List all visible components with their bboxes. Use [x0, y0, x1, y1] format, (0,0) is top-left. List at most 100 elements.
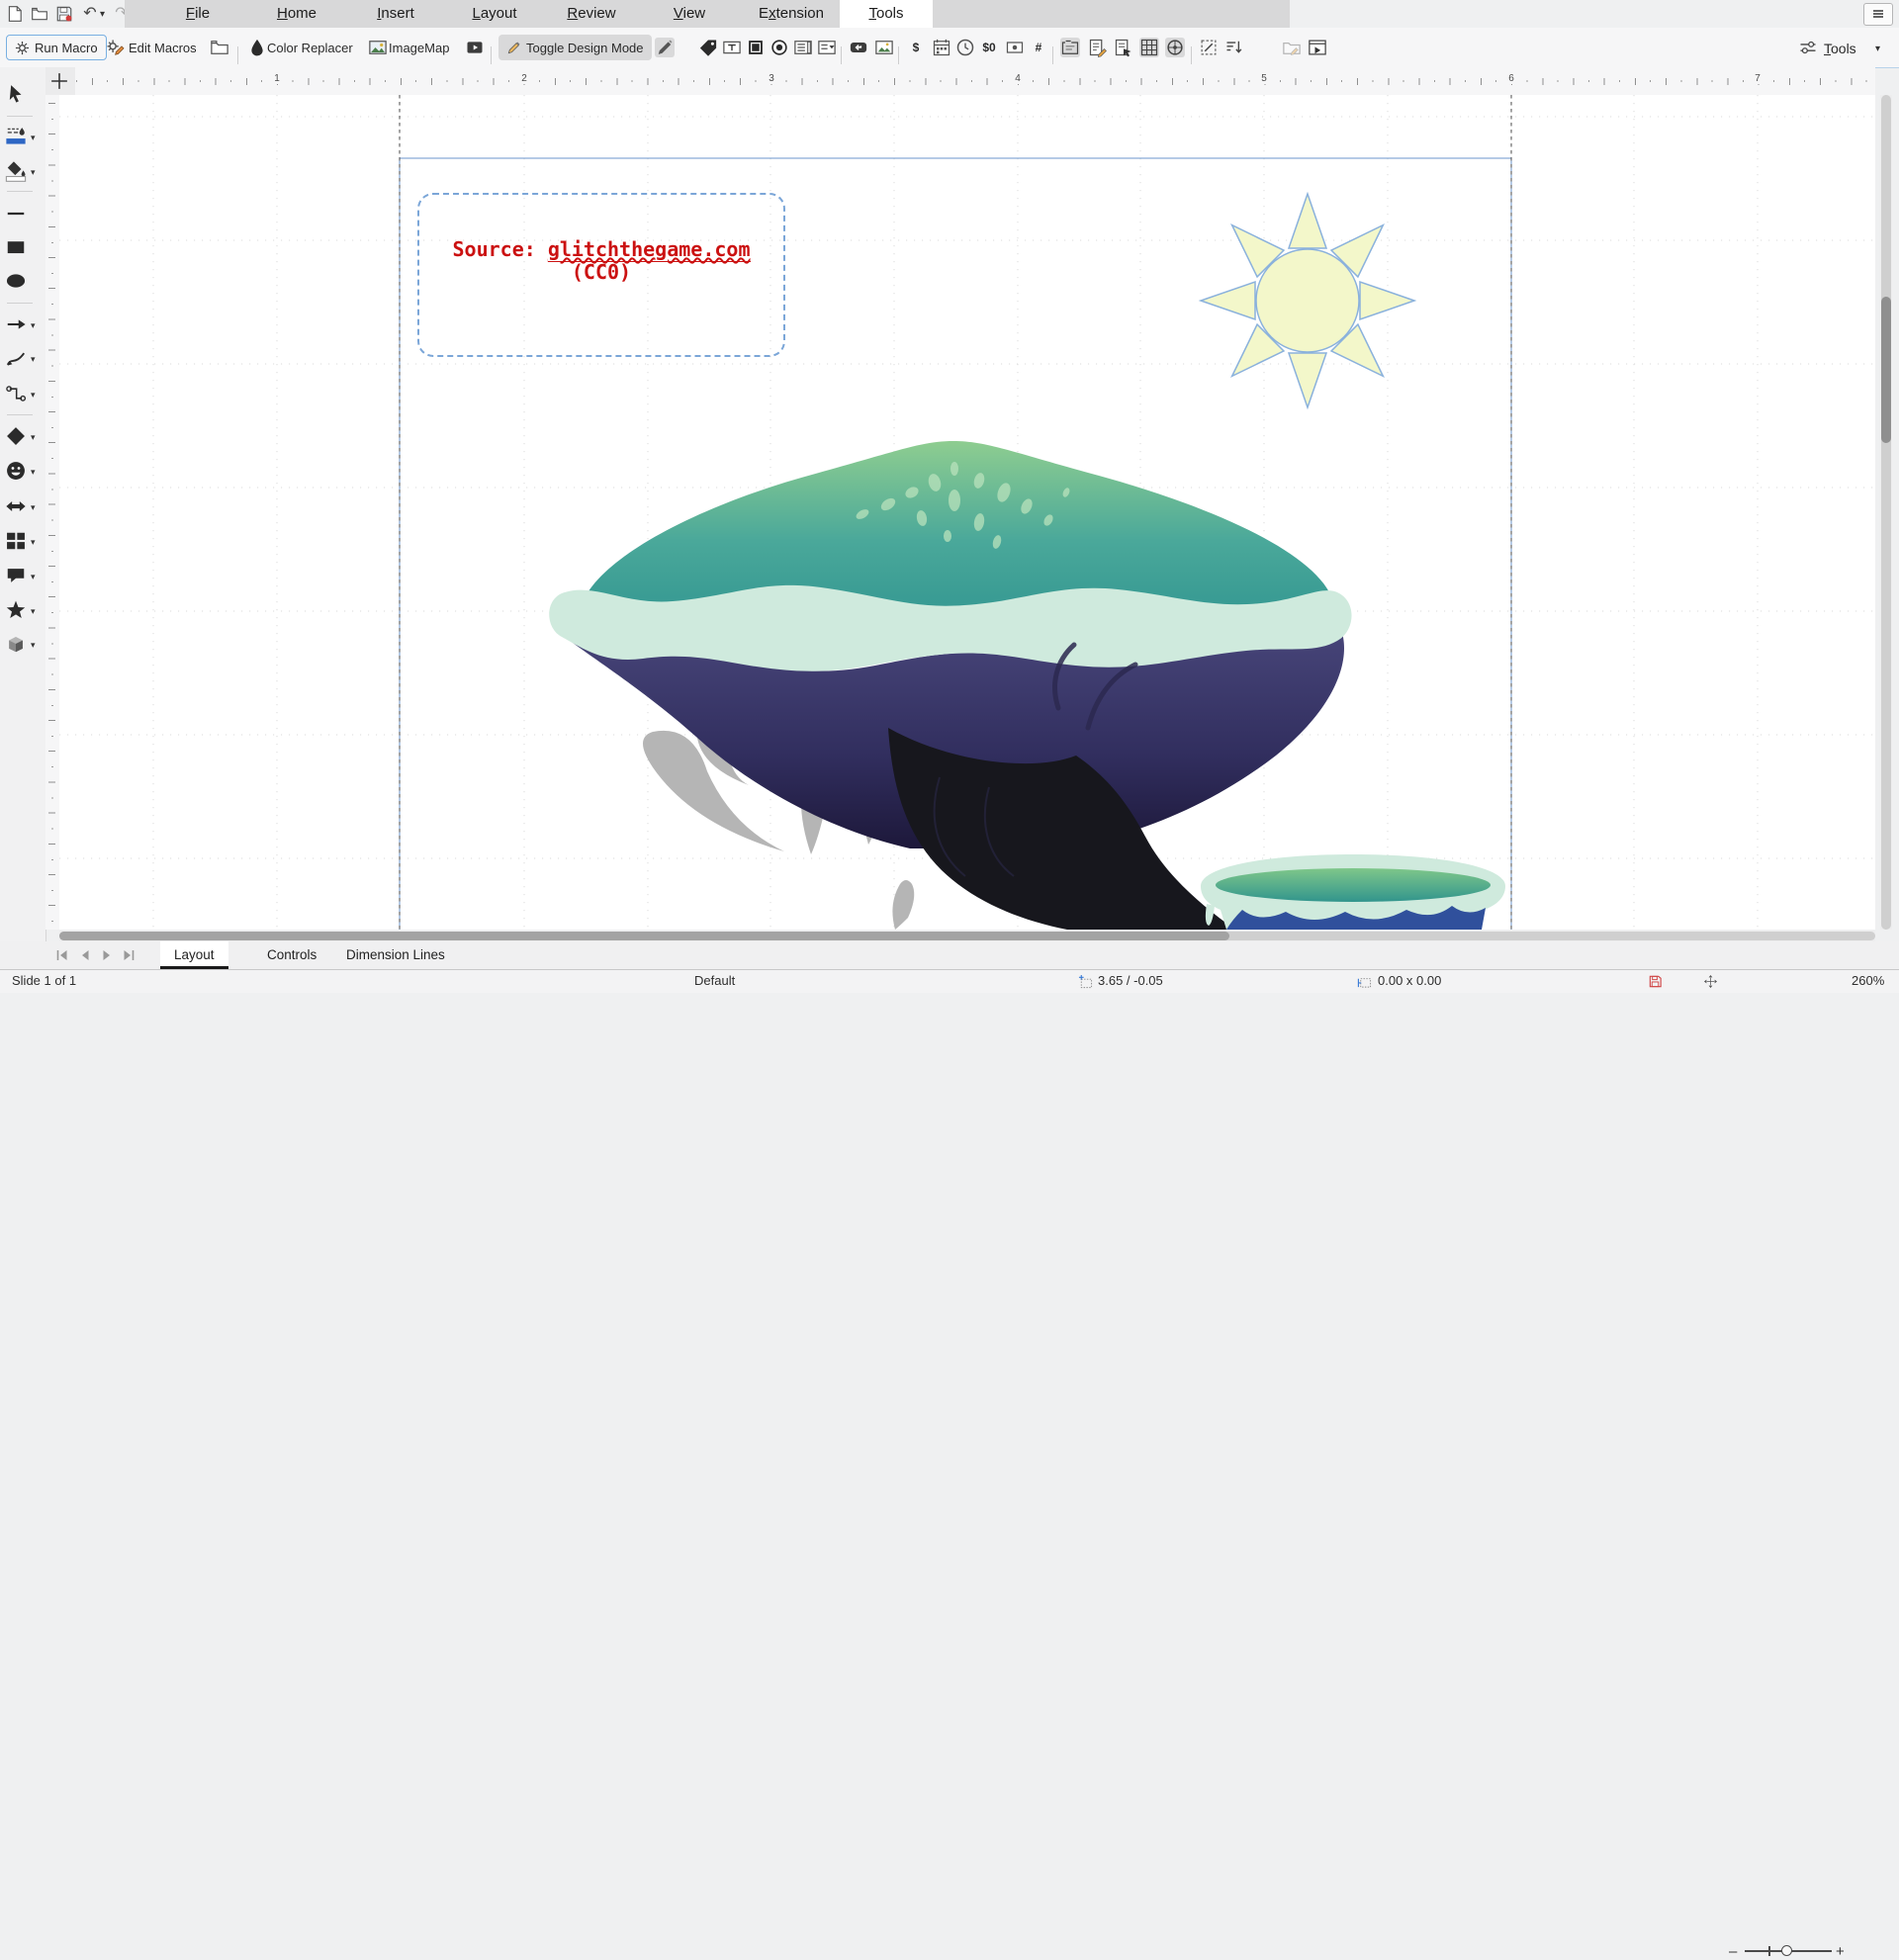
- media-player-icon[interactable]: [465, 38, 485, 57]
- layer-tab-controls[interactable]: Controls: [253, 941, 330, 969]
- time-field-icon[interactable]: [955, 38, 975, 57]
- edit-macros-icon[interactable]: [105, 38, 125, 57]
- undo-dropdown-icon[interactable]: ▾: [100, 10, 105, 20]
- zoom-out-button[interactable]: –: [1729, 1943, 1737, 1960]
- insert-line-tool-icon[interactable]: [5, 203, 27, 224]
- open-in-design-mode-icon[interactable]: [1282, 38, 1302, 57]
- imagemap-label[interactable]: ImageMap: [389, 41, 449, 55]
- label-field-icon[interactable]: [698, 38, 718, 57]
- zoom-slider-knob[interactable]: [1781, 1945, 1792, 1956]
- toggle-design-mode-button[interactable]: Toggle Design Mode: [498, 35, 652, 60]
- pattern-field-icon[interactable]: #: [1029, 38, 1048, 57]
- stars-dropdown-icon[interactable]: ▾: [31, 606, 36, 617]
- line-style-dropdown-icon[interactable]: ▾: [31, 133, 36, 143]
- check-box-icon[interactable]: [746, 38, 766, 57]
- symbol-shapes-tool-icon[interactable]: [5, 460, 27, 482]
- stars-tool-icon[interactable]: [5, 599, 27, 621]
- curves-polygons-tool-icon[interactable]: [5, 347, 27, 369]
- imagemap-icon[interactable]: [368, 38, 388, 57]
- image-button-icon[interactable]: [874, 38, 894, 57]
- text-box-icon[interactable]: [722, 38, 742, 57]
- push-button-icon[interactable]: [849, 38, 868, 57]
- rectangle-tool-icon[interactable]: [5, 236, 27, 258]
- slide-canvas[interactable]: Source: glitchthegame.com (CC0): [59, 95, 1875, 930]
- color-replacer-icon[interactable]: [247, 38, 267, 57]
- menu-icon[interactable]: [1863, 3, 1893, 26]
- horizontal-scrollbar[interactable]: [59, 931, 1875, 941]
- open-file-icon[interactable]: [31, 5, 48, 23]
- line-style-tool-icon[interactable]: [5, 126, 27, 147]
- tab-review[interactable]: Review: [547, 0, 636, 28]
- basic-shapes-tool-icon[interactable]: [5, 425, 27, 447]
- ellipse-tool-icon[interactable]: [5, 270, 27, 292]
- tree-shape[interactable]: [549, 441, 1351, 930]
- new-document-icon[interactable]: [6, 5, 24, 23]
- block-arrows-tool-icon[interactable]: [5, 495, 27, 517]
- tab-home[interactable]: Home: [252, 0, 341, 28]
- vertical-scrollbar[interactable]: [1880, 95, 1892, 930]
- save-icon[interactable]: [55, 5, 73, 23]
- zoom-level-label[interactable]: 260%: [1852, 973, 1884, 988]
- 3d-objects-dropdown-icon[interactable]: ▾: [31, 640, 36, 651]
- tools-menu-dropdown-icon[interactable]: ▾: [1875, 45, 1880, 54]
- lines-arrows-tool-icon[interactable]: [5, 313, 27, 335]
- spin-button-icon[interactable]: [1005, 38, 1025, 57]
- next-slide-icon[interactable]: [99, 947, 115, 963]
- callouts-dropdown-icon[interactable]: ▾: [31, 572, 36, 582]
- run-macro-button[interactable]: Run Macro: [6, 35, 107, 60]
- display-grid-icon[interactable]: [1139, 38, 1159, 57]
- sort-order-icon[interactable]: [1224, 38, 1244, 57]
- option-button-icon[interactable]: [769, 38, 789, 57]
- color-replacer-label[interactable]: Color Replacer: [267, 41, 353, 55]
- flowchart-tool-icon[interactable]: [5, 530, 27, 552]
- tab-layout[interactable]: Layout: [450, 0, 539, 28]
- design-pencil-icon[interactable]: [655, 38, 675, 57]
- symbol-shapes-dropdown-icon[interactable]: ▾: [31, 467, 36, 478]
- zoom-in-button[interactable]: +: [1836, 1943, 1845, 1960]
- fit-slide-icon[interactable]: [1703, 974, 1718, 989]
- currency-field-icon[interactable]: $: [906, 38, 926, 57]
- source-text-box[interactable]: Source: glitchthegame.com (CC0): [417, 193, 785, 357]
- layer-tab-dimension-lines[interactable]: Dimension Lines: [332, 941, 459, 969]
- tab-view[interactable]: View: [645, 0, 734, 28]
- first-slide-icon[interactable]: [54, 947, 70, 963]
- horizontal-ruler[interactable]: 1 2 3 4 5 6 7: [75, 67, 1875, 96]
- tab-file[interactable]: File: [153, 0, 242, 28]
- vertical-ruler[interactable]: [45, 95, 60, 930]
- 3d-objects-tool-icon[interactable]: [5, 633, 27, 655]
- basic-shapes-dropdown-icon[interactable]: ▾: [31, 432, 36, 443]
- undo-icon[interactable]: ↶: [81, 5, 99, 23]
- template-name-label[interactable]: Default: [694, 973, 735, 988]
- formatted-field-icon[interactable]: $0: [979, 38, 999, 57]
- tab-tools[interactable]: Tools: [840, 0, 933, 28]
- tab-insert[interactable]: Insert: [351, 0, 440, 28]
- callouts-tool-icon[interactable]: [5, 565, 27, 586]
- vertical-scrollbar-thumb[interactable]: [1881, 297, 1891, 443]
- snap-to-grid-icon[interactable]: [1165, 38, 1185, 57]
- previous-slide-icon[interactable]: [77, 947, 93, 963]
- fill-color-dropdown-icon[interactable]: ▾: [31, 167, 36, 178]
- list-box-icon[interactable]: [793, 38, 813, 57]
- tools-menu-button[interactable]: Tools: [1824, 41, 1856, 56]
- layer-tab-layout[interactable]: Layout: [160, 941, 228, 969]
- connectors-tool-icon[interactable]: [5, 383, 27, 404]
- block-arrows-dropdown-icon[interactable]: ▾: [31, 502, 36, 513]
- sun-shape[interactable]: [1201, 194, 1414, 407]
- automatic-control-focus-icon[interactable]: [1308, 38, 1327, 57]
- helplines-icon[interactable]: [1199, 38, 1219, 57]
- tab-extension[interactable]: Extension: [744, 0, 839, 28]
- flowchart-dropdown-icon[interactable]: ▾: [31, 537, 36, 548]
- lines-arrows-dropdown-icon[interactable]: ▾: [31, 320, 36, 331]
- connectors-dropdown-icon[interactable]: ▾: [31, 390, 36, 401]
- group-box-icon[interactable]: [1060, 38, 1080, 57]
- bowl-shape[interactable]: [1201, 854, 1505, 930]
- ruler-origin-box[interactable]: [45, 67, 76, 96]
- last-slide-icon[interactable]: [121, 947, 136, 963]
- horizontal-scrollbar-thumb[interactable]: [59, 932, 1229, 940]
- document-modified-icon[interactable]: [1648, 974, 1663, 989]
- macro-organizer-folder-icon[interactable]: [210, 38, 229, 57]
- date-field-icon[interactable]: [932, 38, 951, 57]
- edit-macros-label[interactable]: Edit Macros: [129, 41, 197, 55]
- combo-box-icon[interactable]: [817, 38, 837, 57]
- toolbar-settings-icon[interactable]: [1798, 38, 1818, 57]
